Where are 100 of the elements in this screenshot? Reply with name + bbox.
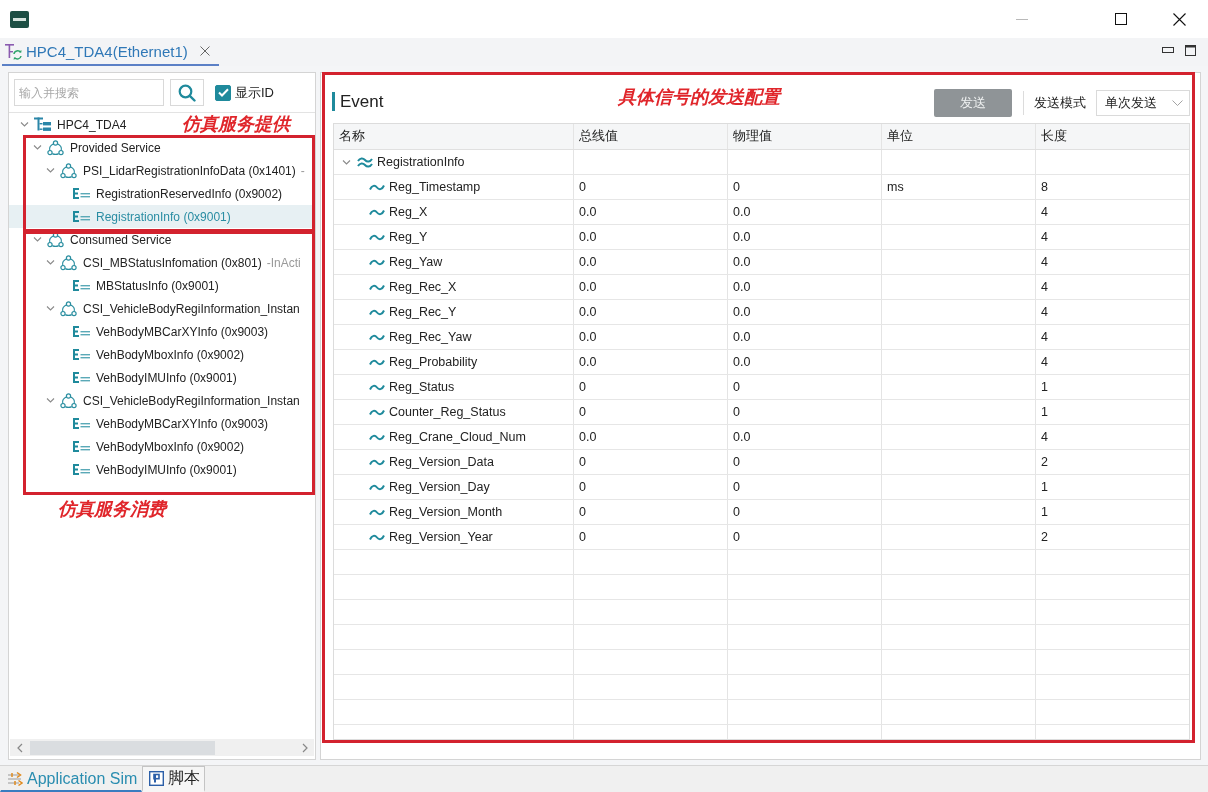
chevron-down-icon[interactable] [45, 304, 55, 313]
table-cell: 0 [728, 525, 882, 549]
table-cell: 0.0 [728, 350, 882, 374]
event-icon [73, 418, 90, 429]
chevron-down-icon[interactable] [341, 157, 351, 167]
column-header[interactable]: 物理值 [728, 124, 882, 149]
table-cell-text: 4 [1040, 279, 1049, 296]
nodes-icon [60, 254, 77, 271]
signal-name: Reg_Probability [389, 355, 478, 369]
column-header[interactable]: 名称 [334, 124, 574, 149]
wave-icon [369, 433, 385, 441]
annotation-label: 仿真服务提供 [182, 113, 290, 135]
signal-name: Reg_Timestamp [389, 180, 481, 194]
wave-icon [369, 508, 385, 516]
table-cell-text: 4 [1040, 329, 1049, 346]
column-header[interactable]: 长度 [1036, 124, 1189, 149]
wave-icon [369, 533, 385, 541]
wave-icon [369, 258, 385, 266]
column-header[interactable]: 单位 [882, 124, 1036, 149]
table-cell-text: 8 [1040, 179, 1049, 196]
event-icon [73, 441, 90, 452]
nodes-icon [47, 231, 64, 248]
signal-name: Reg_Y [389, 230, 428, 244]
table-cell: 0 [574, 500, 728, 524]
square-icon [149, 771, 165, 786]
table-cell: 0.0 [728, 200, 882, 224]
table-cell: 0.0 [574, 300, 728, 324]
tree-item[interactable]: Consumed Service [31, 228, 172, 251]
table-cell: 0.0 [728, 225, 882, 249]
signal-name: Reg_Status [389, 380, 455, 394]
tree-item[interactable]: MBStatusInfo (0x9001) [57, 274, 219, 297]
scrollbar-thumb[interactable] [30, 740, 215, 755]
tree-item[interactable]: VehBodyIMUInfo (0x9001) [57, 458, 237, 481]
table-cell: 0.0 [728, 300, 882, 324]
checkbox-label[interactable]: 显示ID [235, 83, 274, 102]
maximize-view-icon[interactable] [1185, 44, 1196, 56]
chevron-down-icon[interactable] [45, 258, 55, 267]
wave-icon [369, 408, 385, 416]
table-cell: 0.0 [728, 250, 882, 274]
tree-item[interactable]: CSI_VehicleBodyRegiInformation_Instan [44, 297, 300, 320]
minimize-view-icon[interactable] [1162, 47, 1174, 53]
tree-item[interactable]: VehBodyMBCarXYInfo (0x9003) [57, 412, 269, 435]
column-header[interactable]: 总线值 [574, 124, 728, 149]
chevron-down-icon[interactable] [19, 120, 29, 129]
table-cell-text: 1 [1040, 379, 1049, 396]
table-cell-text: 4 [1040, 229, 1049, 246]
tree-item[interactable]: CSI_MBStatusInfomation (0x801) -InActi [44, 251, 301, 274]
signal-name: Reg_Rec_Yaw [389, 330, 472, 344]
close-icon[interactable] [1172, 12, 1186, 26]
tree-item[interactable]: CSI_VehicleBodyRegiInformation_Instan [44, 389, 300, 412]
tree-item[interactable]: VehBodyIMUInfo (0x9001) [57, 366, 237, 389]
table-cell: 0.0 [574, 425, 728, 449]
signal-name: Reg_X [389, 205, 428, 219]
table-cell-text: 4 [1040, 354, 1049, 371]
send-mode-label: 发送模式 [1034, 94, 1086, 112]
search-field[interactable]: 输入并搜索 [14, 79, 164, 106]
signal-name: Reg_Version_Month [389, 505, 503, 519]
search-icon [178, 83, 196, 102]
wave-icon [369, 358, 385, 366]
table-cell-text: 4 [1040, 304, 1049, 321]
tree-item[interactable]: Provided Service [31, 136, 161, 159]
send-mode-dropdown[interactable]: 单次发送 [1096, 90, 1190, 116]
table-cell-text: 4 [1040, 254, 1049, 271]
event-icon [73, 372, 90, 383]
checkbox[interactable] [215, 84, 231, 101]
chevron-down-icon[interactable] [32, 143, 42, 152]
table-cell: 0 [574, 450, 728, 474]
table-cell-text: 4 [1040, 204, 1049, 221]
wave-icon [369, 308, 385, 316]
tree-item[interactable]: VehBodyMboxInfo (0x9002) [57, 343, 245, 366]
table-cell: 0 [728, 500, 882, 524]
table-cell: 0 [728, 375, 882, 399]
horizontal-scrollbar[interactable] [10, 739, 314, 756]
tree-item[interactable]: RegistrationReservedInfo (0x9002) [57, 182, 283, 205]
tree-item[interactable]: VehBodyMBCarXYInfo (0x9003) [57, 320, 269, 343]
group-name: RegistrationInfo [377, 155, 465, 169]
maximize-icon[interactable] [1115, 13, 1127, 25]
table-cell: 0 [574, 525, 728, 549]
table-cell: 0.0 [574, 275, 728, 299]
minimize-icon[interactable] [1016, 18, 1028, 20]
wave-icon [369, 283, 385, 291]
table-cell: 0 [574, 400, 728, 424]
chevron-down-icon[interactable] [45, 396, 55, 405]
search-button[interactable] [170, 79, 204, 106]
wave-icon [369, 233, 385, 241]
wave-icon [369, 458, 385, 466]
annotation-label: 仿真服务消费 [58, 498, 166, 520]
chevron-down-icon[interactable] [45, 166, 55, 175]
nodes-icon [47, 139, 64, 156]
event-icon [73, 349, 90, 360]
tree-item[interactable]: VehBodyMboxInfo (0x9002) [57, 435, 245, 458]
chevron-down-icon[interactable] [32, 235, 42, 244]
tree-item[interactable]: HPC4_TDA4 [18, 113, 127, 136]
signal-name: Reg_Version_Data [389, 455, 494, 469]
check-icon [217, 88, 229, 97]
wave-icon [369, 333, 385, 341]
view-tab[interactable]: 脚本 [142, 766, 206, 792]
table-cell: 0.0 [574, 350, 728, 374]
tree-item[interactable]: PSI_LidarRegistrationInfoData (0x1401) - [44, 159, 305, 182]
table-cell: 0 [574, 375, 728, 399]
